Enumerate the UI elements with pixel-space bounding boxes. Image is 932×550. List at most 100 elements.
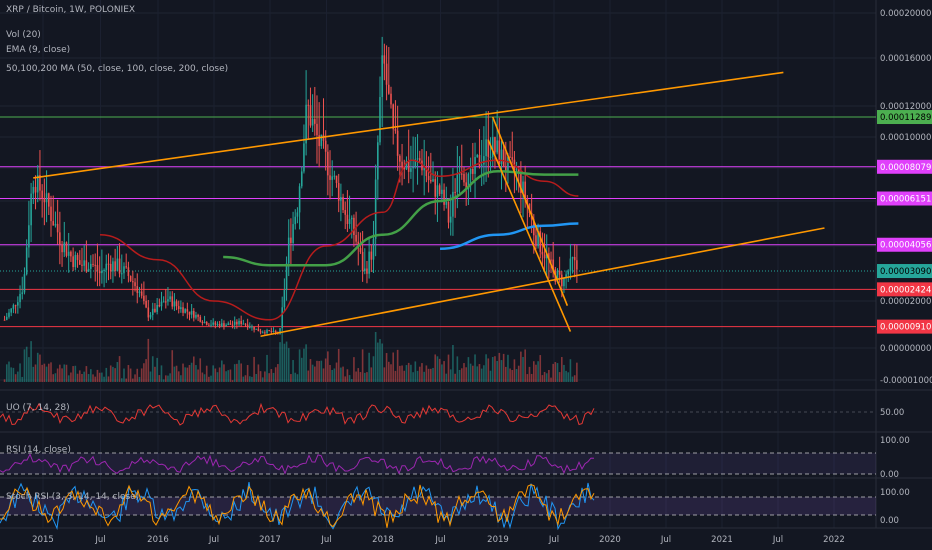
volume-bar (558, 372, 561, 382)
level-tag-text: 0.00000910 (880, 323, 931, 333)
volume-bar (171, 350, 174, 382)
candle-body (300, 171, 303, 187)
candle-body (87, 268, 90, 272)
candle-body (469, 168, 472, 174)
volume-bar (320, 360, 323, 382)
time-axis[interactable]: 2015 Jul 2016 Jul 2017 Jul 2018 Jul 2019 Jul 2020 J… (32, 535, 845, 545)
candle-body (541, 251, 544, 255)
volume-bar (498, 352, 501, 382)
candle-body (34, 186, 37, 193)
volume-bar (274, 367, 277, 382)
candle-body (105, 263, 108, 270)
time-tick: 2016 (147, 535, 169, 545)
candle-body (92, 263, 94, 265)
volume-bar (182, 363, 184, 382)
candle-body (452, 191, 454, 217)
candle-body (164, 301, 167, 303)
volume-bar (134, 374, 136, 382)
candle-body (81, 264, 83, 266)
candle-body (573, 257, 576, 261)
candle-body (201, 321, 204, 324)
uo-tick: 50.00 (880, 408, 904, 418)
time-tick: 2017 (259, 535, 281, 545)
volume-bar (112, 366, 114, 382)
volume-bar (164, 375, 167, 382)
volume-bar (101, 372, 103, 382)
volume-bar (39, 354, 41, 382)
volume-bar (449, 369, 452, 382)
volume-bar (392, 352, 395, 382)
volume-bar (524, 349, 526, 382)
candle-body (344, 210, 347, 215)
candle-body (41, 190, 43, 199)
volume-bar (340, 367, 342, 382)
volume-bar (528, 366, 531, 382)
candle-body (242, 323, 245, 325)
volume-bar (331, 369, 333, 382)
volume-bar (242, 376, 245, 382)
volume-bar (240, 363, 242, 382)
volume-bar (401, 365, 403, 382)
volume-bar (45, 366, 48, 382)
volume-bar (72, 366, 74, 382)
candle-body (45, 193, 48, 203)
volume-bar (50, 362, 52, 382)
candle-body (94, 264, 97, 266)
candle-body (227, 323, 230, 325)
candle-body (407, 161, 410, 172)
volume-bar (248, 376, 251, 382)
volume-bar (251, 376, 253, 382)
volume-bar (52, 374, 55, 382)
volume-bar (478, 364, 481, 382)
volume-bar (390, 364, 392, 382)
volume-bar (487, 358, 490, 382)
candle-body (10, 308, 12, 313)
candle-body (72, 256, 74, 268)
volume-bar (90, 369, 92, 382)
candle-body (285, 263, 288, 290)
candle-body (287, 237, 290, 264)
candle-body (305, 104, 307, 144)
volume-bar (344, 376, 347, 382)
volume-bar (337, 348, 340, 382)
volume-bar (537, 361, 539, 382)
volume-bar (421, 363, 423, 382)
volume-bar (180, 375, 182, 382)
volume-bar (560, 357, 563, 382)
candle-body (281, 307, 284, 329)
candle-body (266, 330, 268, 334)
volume-bar (535, 364, 537, 382)
candle-body (238, 321, 240, 325)
volume-bar (342, 366, 344, 382)
volume-bar (436, 356, 439, 382)
volume-bar (316, 360, 318, 382)
time-tick: Jul (94, 535, 105, 545)
candle-body (447, 201, 450, 223)
volume-bar (19, 363, 21, 382)
candle-body (244, 323, 247, 325)
volume-bar (255, 373, 258, 382)
candle-body (449, 216, 452, 223)
volume-bar (264, 371, 266, 382)
volume-bar (346, 369, 349, 382)
time-tick: Jul (320, 535, 331, 545)
stoch-rsi-legend: Stoch RSI (3, 3, 14, 14, close) (6, 492, 139, 502)
candle-body (494, 137, 496, 153)
price-tick: 0.00000000 (880, 344, 931, 354)
price-tick: 0.00002000 (880, 297, 931, 307)
price-chart[interactable]: 50.00 100.00 0.00 100.00 0.00 0.00020000 0.00… (0, 0, 932, 550)
time-tick: Jul (208, 535, 219, 545)
candle-body (324, 140, 327, 152)
candle-body (387, 84, 390, 94)
candle-body (17, 302, 19, 306)
candle-body (253, 326, 255, 330)
candle-body (372, 238, 375, 260)
candle-body (385, 63, 388, 85)
candle-body (184, 309, 186, 313)
candle-body (190, 310, 193, 315)
candle-body (569, 258, 572, 272)
volume-bar (184, 367, 186, 382)
volume-bar (34, 364, 37, 382)
volume-bar (515, 369, 518, 382)
volume-bar (227, 370, 230, 382)
